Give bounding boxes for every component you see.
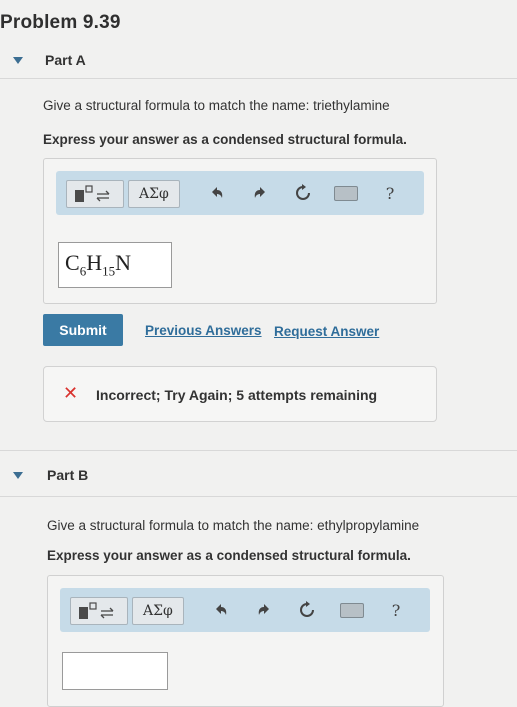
template-icon: [79, 602, 114, 619]
request-answer-link[interactable]: Request Answer: [274, 324, 379, 339]
template-button[interactable]: [66, 180, 124, 208]
keyboard-icon[interactable]: [334, 186, 358, 201]
part-a-answer-input[interactable]: C6H15N: [58, 242, 172, 288]
help-button[interactable]: ?: [385, 600, 407, 620]
redo-icon[interactable]: [249, 183, 271, 203]
greek-symbols-button[interactable]: ΑΣφ: [132, 597, 184, 625]
reset-icon[interactable]: [292, 183, 314, 203]
submit-button[interactable]: Submit: [43, 314, 123, 346]
divider: [0, 496, 517, 497]
formula-display: C6H15N: [65, 250, 131, 279]
subscript-h: 15: [102, 263, 116, 279]
previous-answers-link[interactable]: Previous Answers: [145, 323, 262, 338]
undo-icon[interactable]: [206, 183, 228, 203]
part-a-label: Part A: [45, 52, 86, 68]
editor-toolbar: ΑΣφ ?: [60, 588, 430, 632]
help-button[interactable]: ?: [379, 183, 401, 203]
element-n: N: [115, 250, 131, 275]
part-a-prompt: Give a structural formula to match the n…: [43, 98, 390, 113]
redo-icon[interactable]: [253, 600, 275, 620]
collapse-caret-icon[interactable]: [13, 57, 23, 64]
reset-icon[interactable]: [296, 600, 318, 620]
part-b-prompt: Give a structural formula to match the n…: [47, 518, 420, 533]
editor-toolbar: ΑΣφ ?: [56, 171, 424, 215]
element-h: H: [86, 250, 103, 275]
divider: [0, 450, 517, 451]
part-b-instruction: Express your answer as a condensed struc…: [47, 548, 411, 563]
part-b-answer-editor: ΑΣφ ?: [47, 575, 444, 707]
page-title: Problem 9.39: [0, 12, 121, 33]
part-b-answer-input[interactable]: [62, 652, 168, 690]
greek-symbols-button[interactable]: ΑΣφ: [128, 180, 180, 208]
feedback-text: Incorrect; Try Again; 5 attempts remaini…: [96, 387, 378, 403]
undo-icon[interactable]: [210, 600, 232, 620]
part-b-label: Part B: [47, 467, 89, 483]
template-icon: [75, 185, 110, 202]
part-a-answer-editor: ΑΣφ ? C6H15N: [43, 158, 437, 304]
element-c: C: [65, 250, 80, 275]
keyboard-icon[interactable]: [340, 603, 364, 618]
part-a-instruction: Express your answer as a condensed struc…: [43, 132, 407, 147]
template-button[interactable]: [70, 597, 128, 625]
incorrect-x-icon: ✕: [63, 383, 79, 403]
feedback-banner: ✕ Incorrect; Try Again; 5 attempts remai…: [43, 366, 437, 422]
collapse-caret-icon[interactable]: [13, 472, 23, 479]
divider: [0, 78, 517, 79]
